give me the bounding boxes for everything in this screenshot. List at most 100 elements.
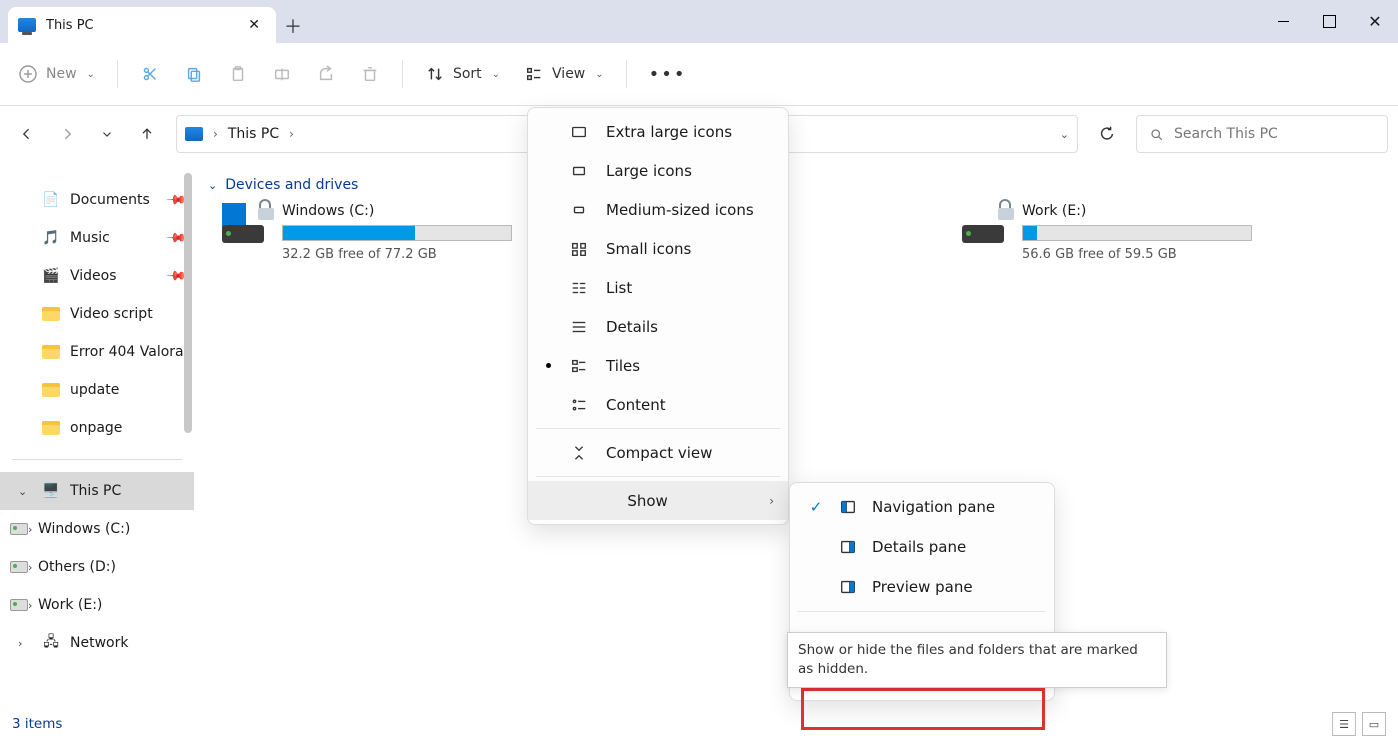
drive-item-c[interactable]: Windows (C:) 32.2 GB free of 77.2 GB	[222, 203, 522, 262]
pane-icon	[838, 498, 858, 516]
menu-item-compact-view[interactable]: Compact view	[528, 433, 788, 472]
menu-item-small-icons[interactable]: Small icons	[528, 229, 788, 268]
share-button[interactable]	[306, 54, 346, 94]
selected-indicator	[546, 363, 551, 368]
drive-info: Windows (C:) 32.2 GB free of 77.2 GB	[282, 203, 522, 262]
menu-item-details-pane[interactable]: Details pane	[790, 527, 1054, 567]
search-input[interactable]: Search This PC	[1136, 115, 1388, 153]
sort-button[interactable]: Sort ⌄	[415, 54, 510, 94]
menu-item-label: Show	[542, 492, 753, 510]
back-button[interactable]	[10, 117, 44, 151]
sidebar-item-folder[interactable]: Video script	[0, 295, 194, 333]
delete-button[interactable]	[350, 54, 390, 94]
folder-icon	[42, 381, 60, 399]
sidebar-item-this-pc[interactable]: ⌄🖥️This PC	[0, 472, 194, 510]
window-tab[interactable]: This PC ✕	[8, 7, 276, 43]
sidebar-item-label: onpage	[70, 420, 122, 436]
chevron-down-icon[interactable]: ⌄	[18, 485, 27, 498]
menu-item-medium-icons[interactable]: Medium-sized icons	[528, 190, 788, 229]
cut-button[interactable]	[130, 54, 170, 94]
chevron-right-icon[interactable]: ›	[28, 599, 32, 612]
sidebar-item-network[interactable]: ›🖧Network	[0, 624, 194, 662]
drive-capacity-bar	[1022, 225, 1252, 241]
sidebar-item-label: Windows (C:)	[38, 521, 130, 537]
sort-label: Sort	[453, 66, 482, 82]
menu-item-content[interactable]: Content	[528, 385, 788, 424]
pane-icon	[838, 578, 858, 596]
details-view-button[interactable]: ☰	[1332, 712, 1356, 736]
large-icons-icon	[568, 162, 590, 180]
address-dropdown-button[interactable]: ⌄	[1060, 128, 1069, 141]
chevron-down-icon: ⌄	[595, 69, 603, 80]
sidebar-item-label: Work (E:)	[38, 597, 102, 613]
new-tab-button[interactable]: ＋	[276, 9, 310, 43]
forward-button[interactable]	[50, 117, 84, 151]
sidebar-item-folder[interactable]: onpage	[0, 409, 194, 447]
up-button[interactable]	[130, 117, 164, 151]
icons-view-button[interactable]: ▭	[1362, 712, 1386, 736]
refresh-button[interactable]	[1090, 125, 1124, 143]
sidebar-item-music[interactable]: 🎵Music📌	[0, 219, 194, 257]
sidebar-item-label: Error 404 Valora	[70, 344, 184, 360]
maximize-button[interactable]	[1306, 0, 1352, 43]
sidebar-item-label: Music	[70, 230, 110, 246]
medium-icons-icon	[568, 201, 590, 219]
close-window-button[interactable]: ✕	[1352, 0, 1398, 43]
menu-separator	[536, 428, 780, 429]
documents-icon: 📄	[42, 191, 60, 209]
drive-item-e[interactable]: Work (E:) 56.6 GB free of 59.5 GB	[962, 203, 1262, 262]
menu-item-extra-large-icons[interactable]: Extra large icons	[528, 112, 788, 151]
menu-item-large-icons[interactable]: Large icons	[528, 151, 788, 190]
sidebar-item-label: update	[70, 382, 119, 398]
tab-close-button[interactable]: ✕	[244, 14, 264, 36]
menu-item-details[interactable]: Details	[528, 307, 788, 346]
chevron-down-icon: ⌄	[208, 179, 217, 192]
rename-button[interactable]	[262, 54, 302, 94]
view-button[interactable]: View ⌄	[514, 54, 614, 94]
share-icon	[316, 65, 336, 83]
chevron-right-icon: ›	[769, 494, 774, 508]
sidebar-item-folder[interactable]: Error 404 Valora	[0, 333, 194, 371]
sidebar-item-folder[interactable]: update	[0, 371, 194, 409]
view-icon	[524, 65, 544, 83]
group-header-devices[interactable]: ⌄ Devices and drives	[204, 177, 1388, 193]
chevron-right-icon[interactable]: ›	[28, 523, 32, 536]
menu-item-preview-pane[interactable]: Preview pane	[790, 567, 1054, 607]
menu-item-label: Extra large icons	[606, 123, 774, 141]
breadcrumb[interactable]: This PC	[228, 126, 279, 142]
separator	[12, 459, 182, 460]
minimize-button[interactable]	[1260, 0, 1306, 43]
network-icon: 🖧	[42, 634, 60, 652]
chevron-right-icon[interactable]: ›	[18, 637, 22, 650]
menu-item-label: Large icons	[606, 162, 774, 180]
menu-item-label: Compact view	[606, 444, 774, 462]
scissors-icon	[140, 65, 160, 83]
sidebar-item-videos[interactable]: 🎬Videos📌	[0, 257, 194, 295]
sidebar-scrollbar[interactable]	[184, 173, 192, 433]
rename-icon	[272, 65, 292, 83]
recent-locations-button[interactable]	[90, 117, 124, 151]
menu-separator	[536, 476, 780, 477]
paste-button[interactable]	[218, 54, 258, 94]
status-bar: 3 items ☰ ▭	[0, 706, 1398, 742]
chevron-right-icon[interactable]: ›	[28, 561, 32, 574]
new-button[interactable]: New ⌄	[8, 54, 105, 94]
separator	[626, 60, 627, 88]
menu-item-show[interactable]: Show ›	[528, 481, 788, 520]
sidebar-item-documents[interactable]: 📄Documents📌	[0, 181, 194, 219]
chevron-down-icon: ⌄	[492, 69, 500, 80]
tiles-icon	[568, 357, 590, 375]
folder-icon	[42, 305, 60, 323]
highlight-annotation	[801, 688, 1045, 730]
chevron-right-icon: ›	[213, 127, 218, 141]
more-button[interactable]: •••	[639, 64, 697, 85]
sidebar-item-drive-c[interactable]: › Windows (C:)	[0, 510, 194, 548]
sidebar-item-drive-e[interactable]: › Work (E:)	[0, 586, 194, 624]
menu-item-tiles[interactable]: Tiles	[528, 346, 788, 385]
menu-item-navigation-pane[interactable]: ✓Navigation pane	[790, 487, 1054, 527]
menu-item-list[interactable]: List	[528, 268, 788, 307]
sidebar-item-drive-d[interactable]: ›Others (D:)	[0, 548, 194, 586]
copy-button[interactable]	[174, 54, 214, 94]
tab-title: This PC	[46, 18, 94, 33]
command-toolbar: New ⌄ Sort ⌄ View ⌄ •••	[0, 43, 1398, 106]
